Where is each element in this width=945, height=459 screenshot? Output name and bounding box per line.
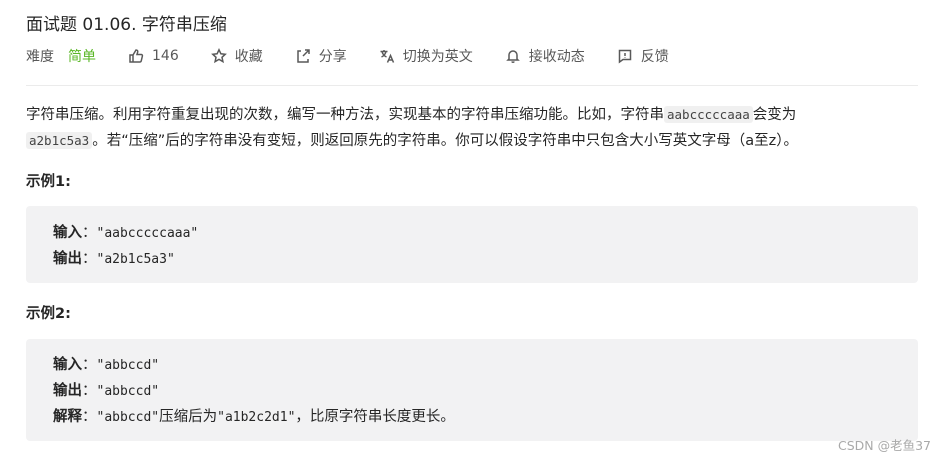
output-label: 输出 <box>53 251 82 267</box>
share-button[interactable]: 分享 <box>295 46 347 66</box>
translate-icon <box>380 50 394 63</box>
meta-toolbar: 难度 简单 146 收藏 分享 切换为英文 接收动态 反馈 <box>26 46 701 66</box>
example-1-output: 输出："a2b1c5a3" <box>53 251 175 267</box>
divider <box>26 85 918 86</box>
example-1-heading: 示例1: <box>26 174 71 190</box>
output-value: "a2b1c5a3" <box>96 252 175 267</box>
explain-value: "abbccd" <box>96 410 160 425</box>
problem-description: 字符串压缩。利用字符重复出现的次数，编写一种方法，实现基本的字符串压缩功能。比如… <box>26 102 921 154</box>
star-icon <box>210 48 227 64</box>
example-2-heading: 示例2: <box>26 306 71 322</box>
inline-code: aabcccccaaa <box>664 106 753 123</box>
explain-text: 压缩后为 <box>159 409 218 425</box>
share-label: 分享 <box>318 49 347 65</box>
difficulty-badge: 简单 <box>68 49 96 65</box>
example-1-block: 输入："aabcccccaaa" 输出："a2b1c5a3" <box>26 206 918 283</box>
explain-value: "a1b2c2d1" <box>217 410 296 425</box>
example-2-block: 输入："abbccd" 输出："abbccd" 解释："abbccd"压缩后为"… <box>26 339 918 441</box>
input-value: "aabcccccaaa" <box>96 226 199 241</box>
like-button[interactable]: 146 <box>128 48 179 64</box>
explain-text: ，比原字符串长度更长。 <box>295 409 455 425</box>
thumbs-up-icon <box>129 49 144 63</box>
switch-language-button[interactable]: 切换为英文 <box>379 46 473 66</box>
description-text: 会变为 <box>752 107 797 123</box>
explain-label: 解释 <box>53 409 82 425</box>
notify-label: 接收动态 <box>528 49 585 65</box>
example-2-input: 输入："abbccd" <box>53 357 160 373</box>
feedback-icon <box>618 49 631 64</box>
input-label: 输入 <box>53 225 82 241</box>
favorite-label: 收藏 <box>234 49 263 65</box>
example-2-output: 输出："abbccd" <box>53 383 160 399</box>
input-label: 输入 <box>53 357 82 373</box>
like-count: 146 <box>152 48 179 64</box>
output-value: "abbccd" <box>96 384 160 399</box>
description-text: 。若“压缩”后的字符串没有变短，则返回原先的字符串。你可以假设字符串中只包含大小… <box>92 133 798 149</box>
input-value: "abbccd" <box>96 358 160 373</box>
output-label: 输出 <box>53 383 82 399</box>
difficulty-label: 难度 <box>26 49 54 65</box>
example-2-explanation: 解释："abbccd"压缩后为"a1b2c2d1"，比原字符串长度更长。 <box>53 409 455 425</box>
problem-title: 面试题 01.06. 字符串压缩 <box>26 15 227 35</box>
example-1-input: 输入："aabcccccaaa" <box>53 225 199 241</box>
watermark: CSDN @老鱼37 <box>837 438 931 453</box>
feedback-button[interactable]: 反馈 <box>617 46 669 66</box>
description-text: 字符串压缩。利用字符重复出现的次数，编写一种方法，实现基本的字符串压缩功能。比如… <box>26 107 664 123</box>
feedback-label: 反馈 <box>640 49 669 65</box>
bell-icon <box>505 50 520 64</box>
notify-button[interactable]: 接收动态 <box>505 46 585 66</box>
switch-language-label: 切换为英文 <box>402 49 473 65</box>
favorite-button[interactable]: 收藏 <box>210 46 263 66</box>
inline-code: a2b1c5a3 <box>26 132 93 149</box>
share-icon <box>296 49 310 63</box>
